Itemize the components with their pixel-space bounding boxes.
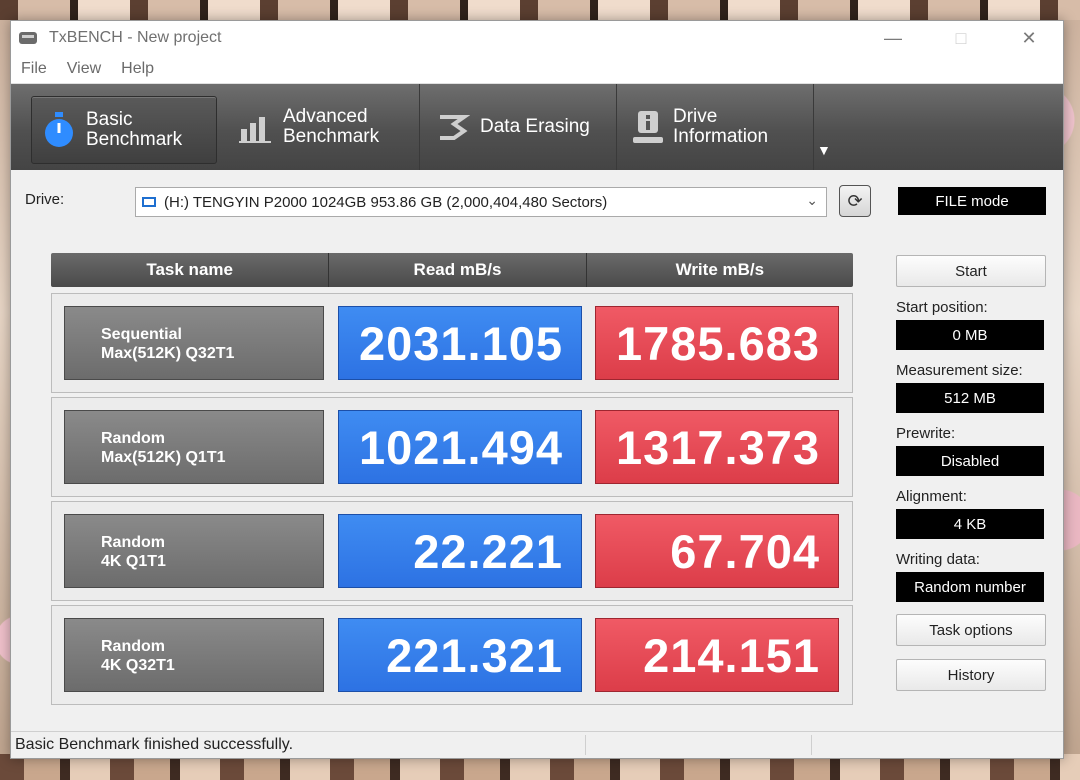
minimize-button[interactable]: — [859, 21, 927, 55]
tab-drive-information-label: Drive Information [673, 106, 769, 147]
app-window: TxBENCH - New project — □ ✕ File View He… [10, 20, 1064, 759]
header-task-name: Task name [51, 253, 330, 287]
title-bar[interactable]: TxBENCH - New project — □ ✕ [11, 21, 1063, 55]
close-button[interactable]: ✕ [995, 21, 1063, 55]
bar-chart-icon [239, 111, 273, 143]
table-row: Sequential Max(512K) Q32T1 2031.105 1785… [51, 293, 853, 393]
tab-drive-information[interactable]: Drive Information [617, 84, 814, 170]
status-text: Basic Benchmark finished successfully. [15, 736, 294, 753]
drive-info-icon [633, 109, 663, 145]
table-row: Random 4K Q32T1 221.321 214.151 [51, 605, 853, 705]
refresh-icon: ⟳ [847, 190, 863, 211]
task-button[interactable]: Random 4K Q1T1 [64, 514, 324, 588]
tab-advanced-benchmark-label: Advanced Benchmark [283, 106, 380, 147]
writing-data-value[interactable]: Random number [896, 572, 1044, 602]
table-header: Task name Read mB/s Write mB/s [51, 253, 853, 287]
start-position-label: Start position: [896, 299, 988, 316]
write-value: 67.704 [595, 514, 839, 588]
read-value: 2031.105 [338, 306, 582, 380]
task-button[interactable]: Sequential Max(512K) Q32T1 [64, 306, 324, 380]
stopwatch-icon [42, 111, 76, 149]
write-value: 1785.683 [595, 306, 839, 380]
settings-panel: Start Start position: 0 MB Measurement s… [896, 255, 1048, 691]
start-position-value[interactable]: 0 MB [896, 320, 1044, 350]
toolbar-overflow-icon[interactable]: ▼ [817, 142, 831, 158]
write-value: 1317.373 [595, 410, 839, 484]
history-button[interactable]: History [896, 659, 1046, 691]
measurement-size-label: Measurement size: [896, 362, 1023, 379]
read-value: 1021.494 [338, 410, 582, 484]
menu-view[interactable]: View [57, 60, 111, 78]
refresh-button[interactable]: ⟳ [839, 185, 871, 217]
tab-basic-benchmark[interactable]: Basic Benchmark [31, 96, 217, 164]
eraser-icon [436, 111, 470, 143]
alignment-value[interactable]: 4 KB [896, 509, 1044, 539]
drive-icon [140, 195, 158, 209]
main-content: Drive: (H:) TENGYIN P2000 1024GB 953.86 … [11, 169, 1063, 737]
alignment-label: Alignment: [896, 488, 967, 505]
main-toolbar: Basic Benchmark Advanced Benchmark Data … [11, 84, 1063, 170]
app-icon [19, 30, 39, 46]
writing-data-label: Writing data: [896, 551, 980, 568]
prewrite-label: Prewrite: [896, 425, 956, 442]
header-read: Read mB/s [329, 253, 587, 287]
menu-help[interactable]: Help [111, 60, 164, 78]
task-button[interactable]: Random 4K Q32T1 [64, 618, 324, 692]
status-divider [585, 735, 586, 755]
drive-label: Drive: [25, 191, 65, 208]
menu-file[interactable]: File [11, 60, 57, 78]
table-row: Random Max(512K) Q1T1 1021.494 1317.373 [51, 397, 853, 497]
task-options-button[interactable]: Task options [896, 614, 1046, 646]
drive-select[interactable]: (H:) TENGYIN P2000 1024GB 953.86 GB (2,0… [135, 187, 827, 217]
wallpaper-top-strip [0, 0, 1080, 20]
prewrite-value[interactable]: Disabled [896, 446, 1044, 476]
menu-bar: File View Help [11, 55, 1063, 84]
status-divider [811, 735, 812, 755]
results-table: Task name Read mB/s Write mB/s Sequentia… [51, 253, 853, 705]
table-row: Random 4K Q1T1 22.221 67.704 [51, 501, 853, 601]
drive-select-value: (H:) TENGYIN P2000 1024GB 953.86 GB (2,0… [164, 193, 608, 211]
status-bar: Basic Benchmark finished successfully. [11, 731, 1063, 758]
read-value: 22.221 [338, 514, 582, 588]
tab-data-erasing[interactable]: Data Erasing [420, 84, 617, 170]
start-button[interactable]: Start [896, 255, 1046, 287]
tab-basic-benchmark-label: Basic Benchmark [86, 109, 183, 150]
measurement-size-value[interactable]: 512 MB [896, 383, 1044, 413]
maximize-button[interactable]: □ [927, 21, 995, 55]
write-value: 214.151 [595, 618, 839, 692]
tab-advanced-benchmark[interactable]: Advanced Benchmark [223, 84, 420, 170]
chevron-down-icon: ⌄ [806, 192, 818, 208]
tab-data-erasing-label: Data Erasing [480, 116, 590, 137]
header-write: Write mB/s [675, 260, 765, 279]
window-title: TxBENCH - New project [49, 29, 222, 46]
task-button[interactable]: Random Max(512K) Q1T1 [64, 410, 324, 484]
window-controls: — □ ✕ [859, 21, 1063, 55]
mode-indicator: FILE mode [898, 187, 1046, 215]
read-value: 221.321 [338, 618, 582, 692]
